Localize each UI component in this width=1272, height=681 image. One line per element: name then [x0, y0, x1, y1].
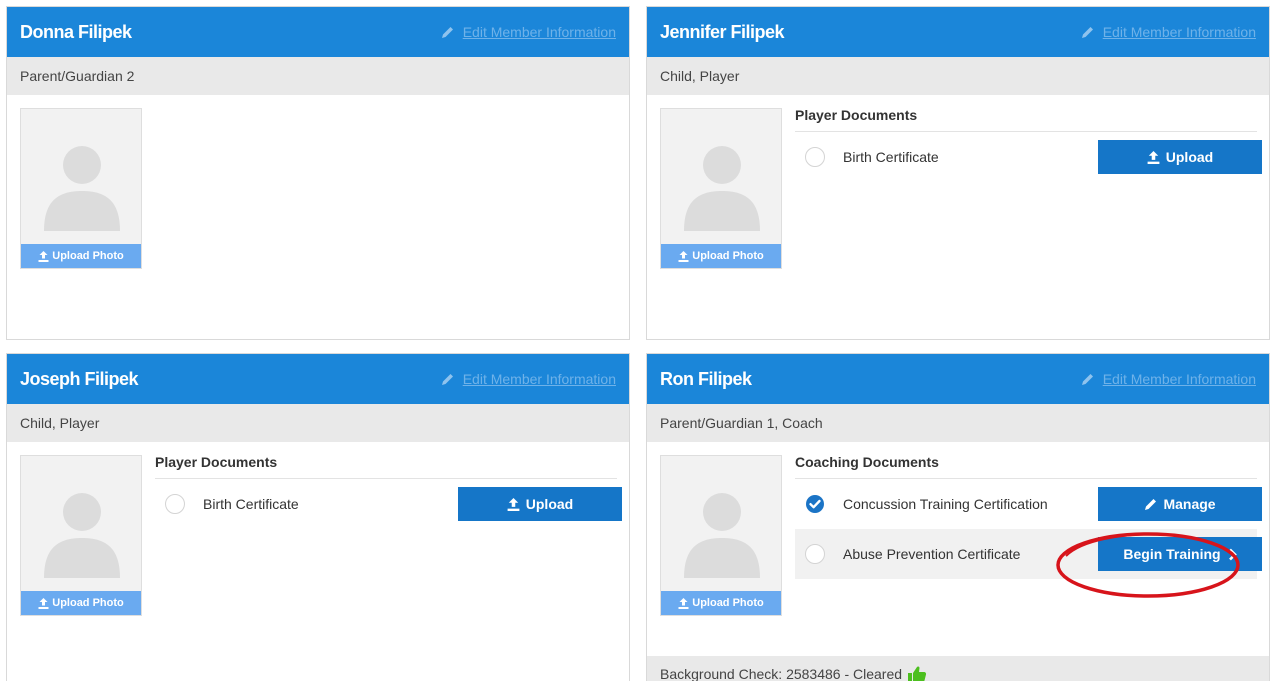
documents-title: Player Documents [155, 454, 617, 479]
card-header: Donna Filipek Edit Member Information [7, 7, 629, 57]
document-name: Birth Certificate [203, 496, 299, 512]
upload-photo-label: Upload Photo [692, 597, 764, 609]
pencil-icon [441, 26, 453, 38]
upload-icon [38, 250, 49, 262]
documents-title: Coaching Documents [795, 454, 1257, 479]
status-empty-icon [805, 544, 825, 564]
pencil-icon [1081, 373, 1093, 385]
upload-button-label: Upload [1165, 149, 1214, 165]
avatar-placeholder-icon [684, 146, 760, 231]
avatar-placeholder-icon [684, 493, 760, 578]
status-empty-icon [165, 494, 185, 514]
upload-photo-button[interactable]: Upload Photo [21, 244, 141, 268]
upload-photo-label: Upload Photo [692, 250, 764, 262]
member-card-donna: Donna Filipek Edit Member Information Pa… [6, 6, 630, 340]
status-empty-icon [805, 147, 825, 167]
member-name: Donna Filipek [20, 21, 132, 42]
member-role: Parent/Guardian 1, Coach [647, 404, 1269, 442]
card-header: Ron Filipek Edit Member Information [647, 354, 1269, 404]
photo-box: Upload Photo [20, 108, 142, 269]
document-row: Birth Certificate Upload [155, 479, 622, 529]
documents-section: Coaching Documents Concussion Training C… [795, 454, 1262, 579]
documents-title: Player Documents [795, 107, 1257, 132]
chevron-right-icon [1228, 548, 1237, 560]
card-header: Joseph Filipek Edit Member Information [7, 354, 629, 404]
member-card-joseph: Joseph Filipek Edit Member Information C… [6, 353, 630, 681]
photo-box: Upload Photo [660, 108, 782, 269]
edit-member-link[interactable]: Edit Member Information [1081, 24, 1256, 40]
avatar-placeholder-icon [44, 146, 120, 231]
upload-photo-label: Upload Photo [52, 597, 124, 609]
upload-icon [1147, 150, 1160, 164]
document-row: Birth Certificate Upload [795, 132, 1262, 182]
card-header: Jennifer Filipek Edit Member Information [647, 7, 1269, 57]
document-name: Abuse Prevention Certificate [843, 546, 1021, 562]
edit-link-label: Edit Member Information [462, 24, 616, 40]
begin-training-button[interactable]: Begin Training [1098, 537, 1262, 571]
photo-box: Upload Photo [20, 455, 142, 616]
document-row: Abuse Prevention Certificate Begin Train… [795, 529, 1262, 579]
upload-button-label: Upload [525, 496, 574, 512]
member-card-jennifer: Jennifer Filipek Edit Member Information… [646, 6, 1270, 340]
thumbs-up-icon [908, 666, 927, 681]
begin-training-label: Begin Training [1123, 546, 1221, 562]
background-check-text: Background Check: 2583486 - Cleared [660, 666, 903, 681]
edit-member-link[interactable]: Edit Member Information [1081, 371, 1256, 387]
upload-photo-label: Upload Photo [52, 250, 124, 262]
manage-button-label: Manage [1163, 496, 1216, 512]
pencil-icon [1145, 498, 1157, 510]
manage-button[interactable]: Manage [1098, 487, 1262, 521]
upload-icon [507, 497, 520, 511]
photo-box: Upload Photo [660, 455, 782, 616]
upload-photo-button[interactable]: Upload Photo [661, 591, 781, 615]
edit-link-label: Edit Member Information [1102, 24, 1256, 40]
documents-section: Player Documents Birth Certificate Uploa… [155, 454, 622, 529]
document-row: Concussion Training Certification Manage [795, 479, 1262, 529]
edit-member-link[interactable]: Edit Member Information [441, 371, 616, 387]
member-role: Child, Player [647, 57, 1269, 95]
member-role: Parent/Guardian 2 [7, 57, 629, 95]
document-name: Birth Certificate [843, 149, 939, 165]
background-check-bar: Background Check: 2583486 - Cleared [647, 656, 1269, 681]
upload-icon [678, 597, 689, 609]
upload-photo-button[interactable]: Upload Photo [21, 591, 141, 615]
upload-icon [38, 597, 49, 609]
member-name: Ron Filipek [660, 368, 752, 389]
edit-link-label: Edit Member Information [1102, 371, 1256, 387]
member-role: Child, Player [7, 404, 629, 442]
avatar-placeholder-icon [44, 493, 120, 578]
member-name: Joseph Filipek [20, 368, 139, 389]
edit-link-label: Edit Member Information [462, 371, 616, 387]
document-name: Concussion Training Certification [843, 496, 1048, 512]
documents-section: Player Documents Birth Certificate Uploa… [795, 107, 1262, 182]
upload-icon [678, 250, 689, 262]
pencil-icon [1081, 26, 1093, 38]
edit-member-link[interactable]: Edit Member Information [441, 24, 616, 40]
upload-photo-button[interactable]: Upload Photo [661, 244, 781, 268]
upload-button[interactable]: Upload [458, 487, 622, 521]
pencil-icon [441, 373, 453, 385]
member-name: Jennifer Filipek [660, 21, 785, 42]
member-card-ron: Ron Filipek Edit Member Information Pare… [646, 353, 1270, 681]
check-circle-icon [806, 495, 824, 513]
upload-button[interactable]: Upload [1098, 140, 1262, 174]
